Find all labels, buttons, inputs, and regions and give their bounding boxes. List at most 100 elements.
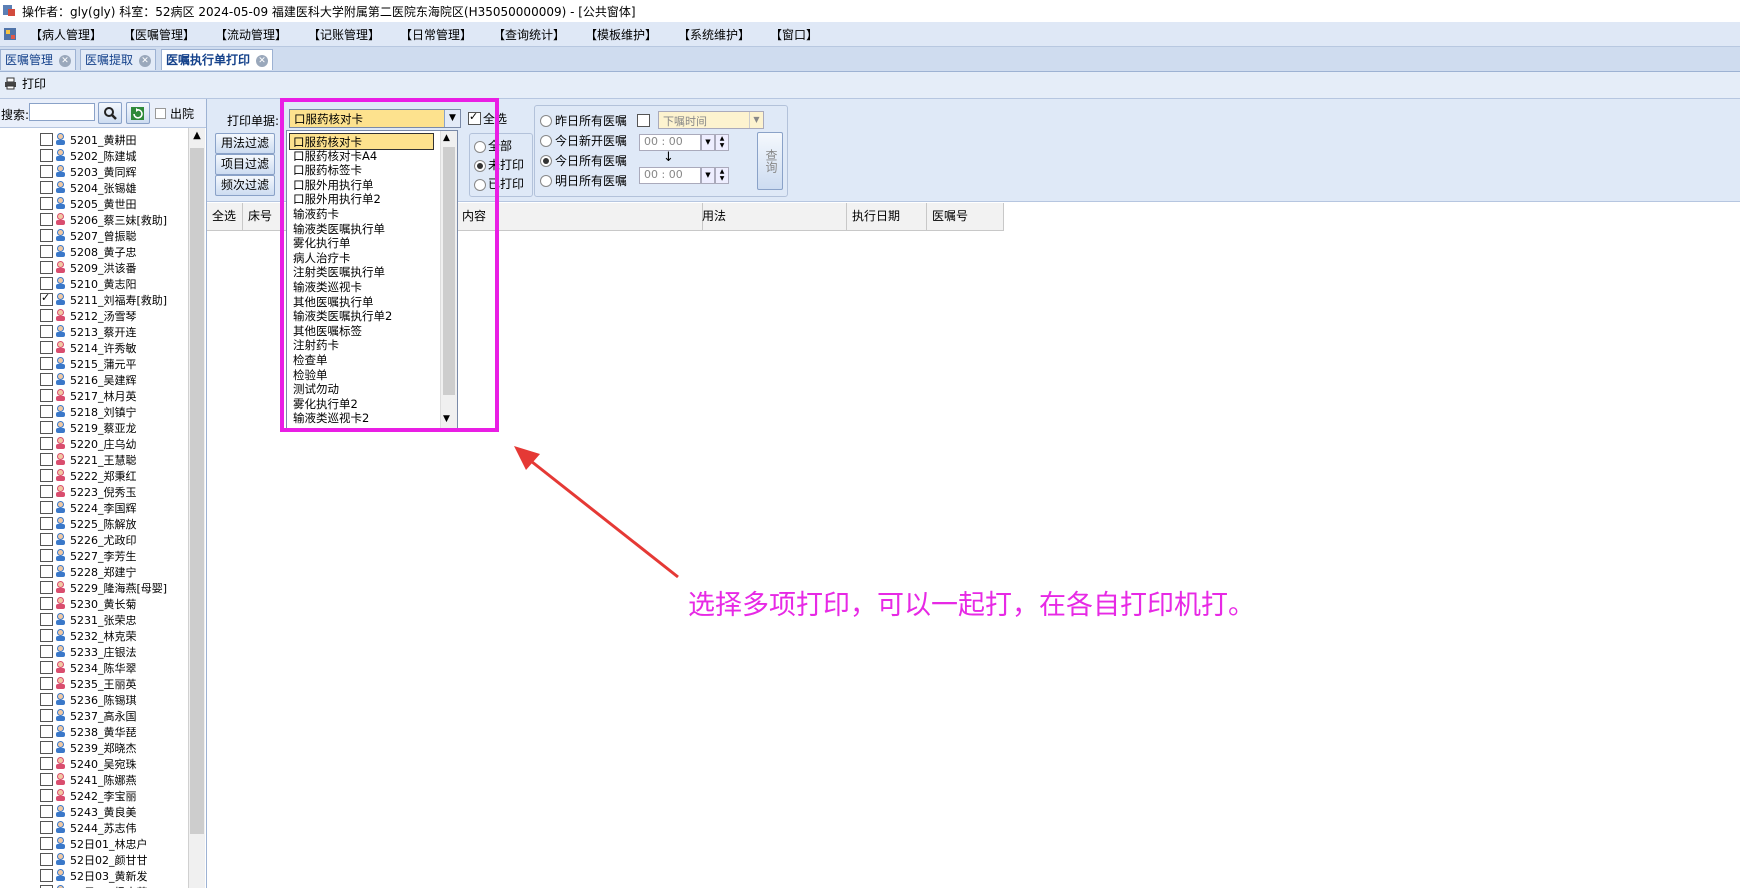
today-new-radio[interactable]	[540, 135, 552, 147]
list-item[interactable]: 5226_尤政印	[0, 531, 188, 547]
close-icon[interactable]: ✕	[256, 54, 269, 67]
list-item[interactable]: 5220_庄乌幼	[0, 435, 188, 451]
patient-checkbox[interactable]	[40, 549, 53, 562]
patient-checkbox[interactable]	[40, 613, 53, 626]
order-time-checkbox[interactable]	[637, 114, 650, 127]
patient-checkbox[interactable]	[40, 517, 53, 530]
list-item[interactable]: 52日04_杨水劳	[0, 883, 188, 888]
chevron-down-icon[interactable]: ▼	[749, 112, 763, 128]
patient-checkbox[interactable]	[40, 453, 53, 466]
tab-order-extract[interactable]: 医嘱提取 ✕	[80, 49, 157, 70]
patient-checkbox[interactable]	[40, 869, 53, 882]
list-item[interactable]: 5214_许秀敏	[0, 339, 188, 355]
start-time-dropdown-icon[interactable]: ▼	[701, 134, 715, 151]
patient-checkbox[interactable]	[40, 261, 53, 274]
menu-window[interactable]: 【窗口】	[770, 26, 818, 43]
patient-checkbox[interactable]	[40, 149, 53, 162]
patient-checkbox[interactable]	[40, 341, 53, 354]
patient-checkbox[interactable]	[40, 501, 53, 514]
patient-checkbox[interactable]	[40, 277, 53, 290]
list-item[interactable]: 5216_吴建辉	[0, 371, 188, 387]
list-item[interactable]: 5219_蔡亚龙	[0, 419, 188, 435]
list-item[interactable]: 5221_王慧聪	[0, 451, 188, 467]
menu-daily[interactable]: 【日常管理】	[400, 26, 472, 43]
list-item[interactable]: 5225_陈解放	[0, 515, 188, 531]
list-item[interactable]: 5227_李芳生	[0, 547, 188, 563]
close-icon[interactable]: ✕	[139, 54, 152, 67]
frequency-filter-button[interactable]: 频次过滤	[215, 175, 275, 196]
list-item[interactable]: 5233_庄银法	[0, 643, 188, 659]
start-time-input[interactable]: 00 : 00	[639, 134, 701, 151]
close-icon[interactable]: ✕	[59, 54, 72, 67]
patient-checkbox[interactable]	[40, 229, 53, 242]
list-item[interactable]: 5209_洪该番	[0, 259, 188, 275]
list-item[interactable]: 5224_李国辉	[0, 499, 188, 515]
patient-checkbox[interactable]	[40, 853, 53, 866]
refresh-button[interactable]	[126, 102, 150, 124]
list-item[interactable]: 5210_黄志阳	[0, 275, 188, 291]
patient-checkbox[interactable]	[40, 291, 53, 306]
search-input[interactable]	[29, 103, 95, 121]
end-time-dropdown-icon[interactable]: ▼	[701, 167, 715, 184]
list-item[interactable]: 5234_陈华翠	[0, 659, 188, 675]
list-item[interactable]: 5205_黄世田	[0, 195, 188, 211]
patient-checkbox[interactable]	[40, 533, 53, 546]
end-time-input[interactable]: 00 : 00	[639, 167, 701, 184]
menu-billing[interactable]: 【记账管理】	[308, 26, 380, 43]
patient-checkbox[interactable]	[40, 741, 53, 754]
menu-orders[interactable]: 【医嘱管理】	[123, 26, 195, 43]
list-item[interactable]: 5229_隆海燕[母婴]	[0, 579, 188, 595]
list-item[interactable]: 5232_林克荣	[0, 627, 188, 643]
patient-checkbox[interactable]	[40, 389, 53, 402]
search-button[interactable]	[98, 102, 122, 124]
patient-checkbox[interactable]	[40, 597, 53, 610]
list-item[interactable]: 5223_倪秀玉	[0, 483, 188, 499]
list-item[interactable]: 5236_陈锡琪	[0, 691, 188, 707]
print-button[interactable]: 打印	[2, 75, 48, 93]
patient-checkbox[interactable]	[40, 197, 53, 210]
item-filter-button[interactable]: 项目过滤	[215, 154, 275, 175]
patient-checkbox[interactable]	[40, 133, 53, 146]
patient-checkbox[interactable]	[40, 821, 53, 834]
end-time-spinner-icon[interactable]: ▲ ▼	[715, 167, 729, 184]
list-item[interactable]: 5208_黄子忠	[0, 243, 188, 259]
list-item[interactable]: 5213_蔡开连	[0, 323, 188, 339]
list-item[interactable]: 5207_曾振聪	[0, 227, 188, 243]
list-item[interactable]: 5218_刘镇宁	[0, 403, 188, 419]
list-item[interactable]: 5215_蒲元平	[0, 355, 188, 371]
menu-template[interactable]: 【模板维护】	[585, 26, 657, 43]
patient-checkbox[interactable]	[40, 805, 53, 818]
list-item[interactable]: 5206_蔡三妹[救助]	[0, 211, 188, 227]
list-item[interactable]: 5228_郑建宁	[0, 563, 188, 579]
patient-checkbox[interactable]	[40, 405, 53, 418]
patient-checkbox[interactable]	[40, 581, 53, 594]
list-item[interactable]: 5222_郑秉红	[0, 467, 188, 483]
order-time-combo[interactable]: 下嘱时间 ▼	[658, 111, 764, 129]
list-item[interactable]: 52日02_颜甘甘	[0, 851, 188, 867]
patient-checkbox[interactable]	[40, 629, 53, 642]
patient-checkbox[interactable]	[40, 357, 53, 370]
list-item[interactable]: 5217_林月英	[0, 387, 188, 403]
query-button[interactable]: 查询	[757, 132, 783, 190]
patient-checkbox[interactable]	[40, 309, 53, 322]
list-item[interactable]: 5241_陈娜燕	[0, 771, 188, 787]
list-item[interactable]: 5238_黄华琵	[0, 723, 188, 739]
patient-checkbox[interactable]	[40, 773, 53, 786]
patient-checkbox[interactable]	[40, 693, 53, 706]
patient-checkbox[interactable]	[40, 421, 53, 434]
yesterday-radio[interactable]	[540, 115, 552, 127]
patient-checkbox[interactable]	[40, 437, 53, 450]
patient-checkbox[interactable]	[40, 837, 53, 850]
tab-order-print[interactable]: 医嘱执行单打印 ✕	[161, 49, 274, 70]
patient-list-scrollbar[interactable]: ▲	[188, 128, 205, 888]
list-item[interactable]: 5242_李宝丽	[0, 787, 188, 803]
list-item[interactable]: 5203_黄同辉	[0, 163, 188, 179]
patient-checkbox[interactable]	[40, 165, 53, 178]
tab-order-management[interactable]: 医嘱管理 ✕	[0, 49, 77, 70]
patient-checkbox[interactable]	[40, 645, 53, 658]
patient-checkbox[interactable]	[40, 245, 53, 258]
patient-checkbox[interactable]	[40, 213, 53, 226]
list-item[interactable]: 52日01_林忠户	[0, 835, 188, 851]
menu-query[interactable]: 【查询统计】	[493, 26, 565, 43]
scroll-up-icon[interactable]: ▲	[191, 130, 203, 142]
